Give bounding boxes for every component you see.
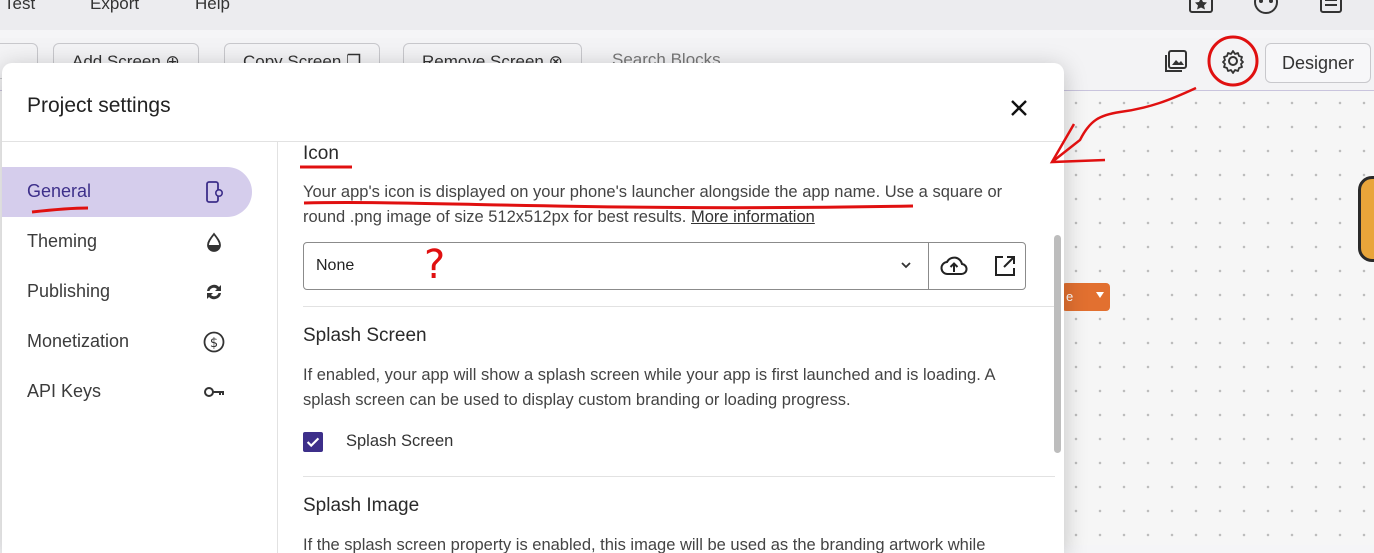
designer-button[interactable]: Designer: [1265, 43, 1371, 83]
sync-icon: [207, 284, 221, 300]
palette-icon[interactable]: [1253, 0, 1279, 20]
document-list-icon[interactable]: [1318, 0, 1344, 20]
sidebar-item-monetization[interactable]: Monetization $: [2, 317, 252, 367]
dialog-title: Project settings: [27, 94, 171, 117]
chevron-down-icon: [901, 262, 911, 269]
project-settings-dialog: Project settings General Theming Publish…: [2, 63, 1064, 553]
sidebar-item-label: Publishing: [27, 281, 111, 301]
settings-sidebar: General Theming Publishing Monetization: [2, 142, 278, 553]
sidebar-item-api-keys[interactable]: API Keys: [2, 367, 252, 417]
icon-select[interactable]: None: [303, 242, 1026, 290]
section-divider: [303, 476, 1055, 477]
block-chip-label: e: [1066, 289, 1074, 304]
close-icon[interactable]: [1006, 95, 1032, 121]
key-icon: [204, 387, 224, 397]
sidebar-item-label: Theming: [27, 231, 98, 251]
settings-content: Icon Your app's icon is displayed on you…: [278, 142, 1064, 553]
sidebar-item-label: API Keys: [27, 381, 102, 401]
blocks-workspace[interactable]: [1064, 91, 1374, 545]
sidebar-item-label: Monetization: [27, 331, 130, 351]
check-icon: [306, 437, 320, 448]
menu-test[interactable]: Test: [4, 0, 35, 14]
content-scrollbar[interactable]: [1054, 235, 1061, 453]
mascot-image: [1358, 176, 1374, 262]
icon-section-heading: Icon: [303, 143, 339, 164]
splash-screen-checkbox-label: Splash Screen: [346, 432, 454, 450]
svg-text:$: $: [210, 336, 218, 351]
more-information-link[interactable]: More information: [691, 208, 815, 226]
icon-section-description: Your app's icon is displayed on your pho…: [303, 180, 1043, 230]
sidebar-item-publishing[interactable]: Publishing: [2, 267, 252, 317]
splash-screen-heading: Splash Screen: [303, 325, 427, 346]
sidebar-item-theming[interactable]: Theming: [2, 217, 252, 267]
chevron-down-icon: [1096, 292, 1104, 298]
open-external-icon[interactable]: [992, 253, 1018, 279]
splash-screen-checkbox[interactable]: [303, 432, 323, 452]
icon-description-text: Your app's icon is displayed on your pho…: [303, 183, 1003, 226]
drop-icon: [207, 232, 221, 252]
icon-select-value: None: [316, 257, 355, 274]
block-chip[interactable]: e: [1062, 283, 1110, 311]
menubar: Test Export Help: [0, 0, 1374, 30]
settings-phone-icon: [206, 181, 224, 203]
sidebar-item-label: General: [27, 181, 92, 201]
star-box-icon[interactable]: [1188, 0, 1214, 20]
splash-image-description: If the splash screen property is enabled…: [303, 536, 986, 553]
gear-icon[interactable]: [1220, 48, 1246, 74]
menu-help[interactable]: Help: [195, 0, 230, 14]
sidebar-item-general[interactable]: General: [2, 167, 252, 217]
select-separator: [928, 243, 929, 289]
splash-image-heading: Splash Image: [303, 495, 420, 516]
cloud-upload-icon[interactable]: [940, 253, 968, 279]
gallery-icon[interactable]: [1163, 48, 1189, 74]
dollar-circle-icon: $: [203, 331, 225, 353]
section-divider: [303, 306, 1055, 307]
menu-export[interactable]: Export: [90, 0, 139, 14]
splash-screen-description: If enabled, your app will show a splash …: [303, 366, 995, 409]
